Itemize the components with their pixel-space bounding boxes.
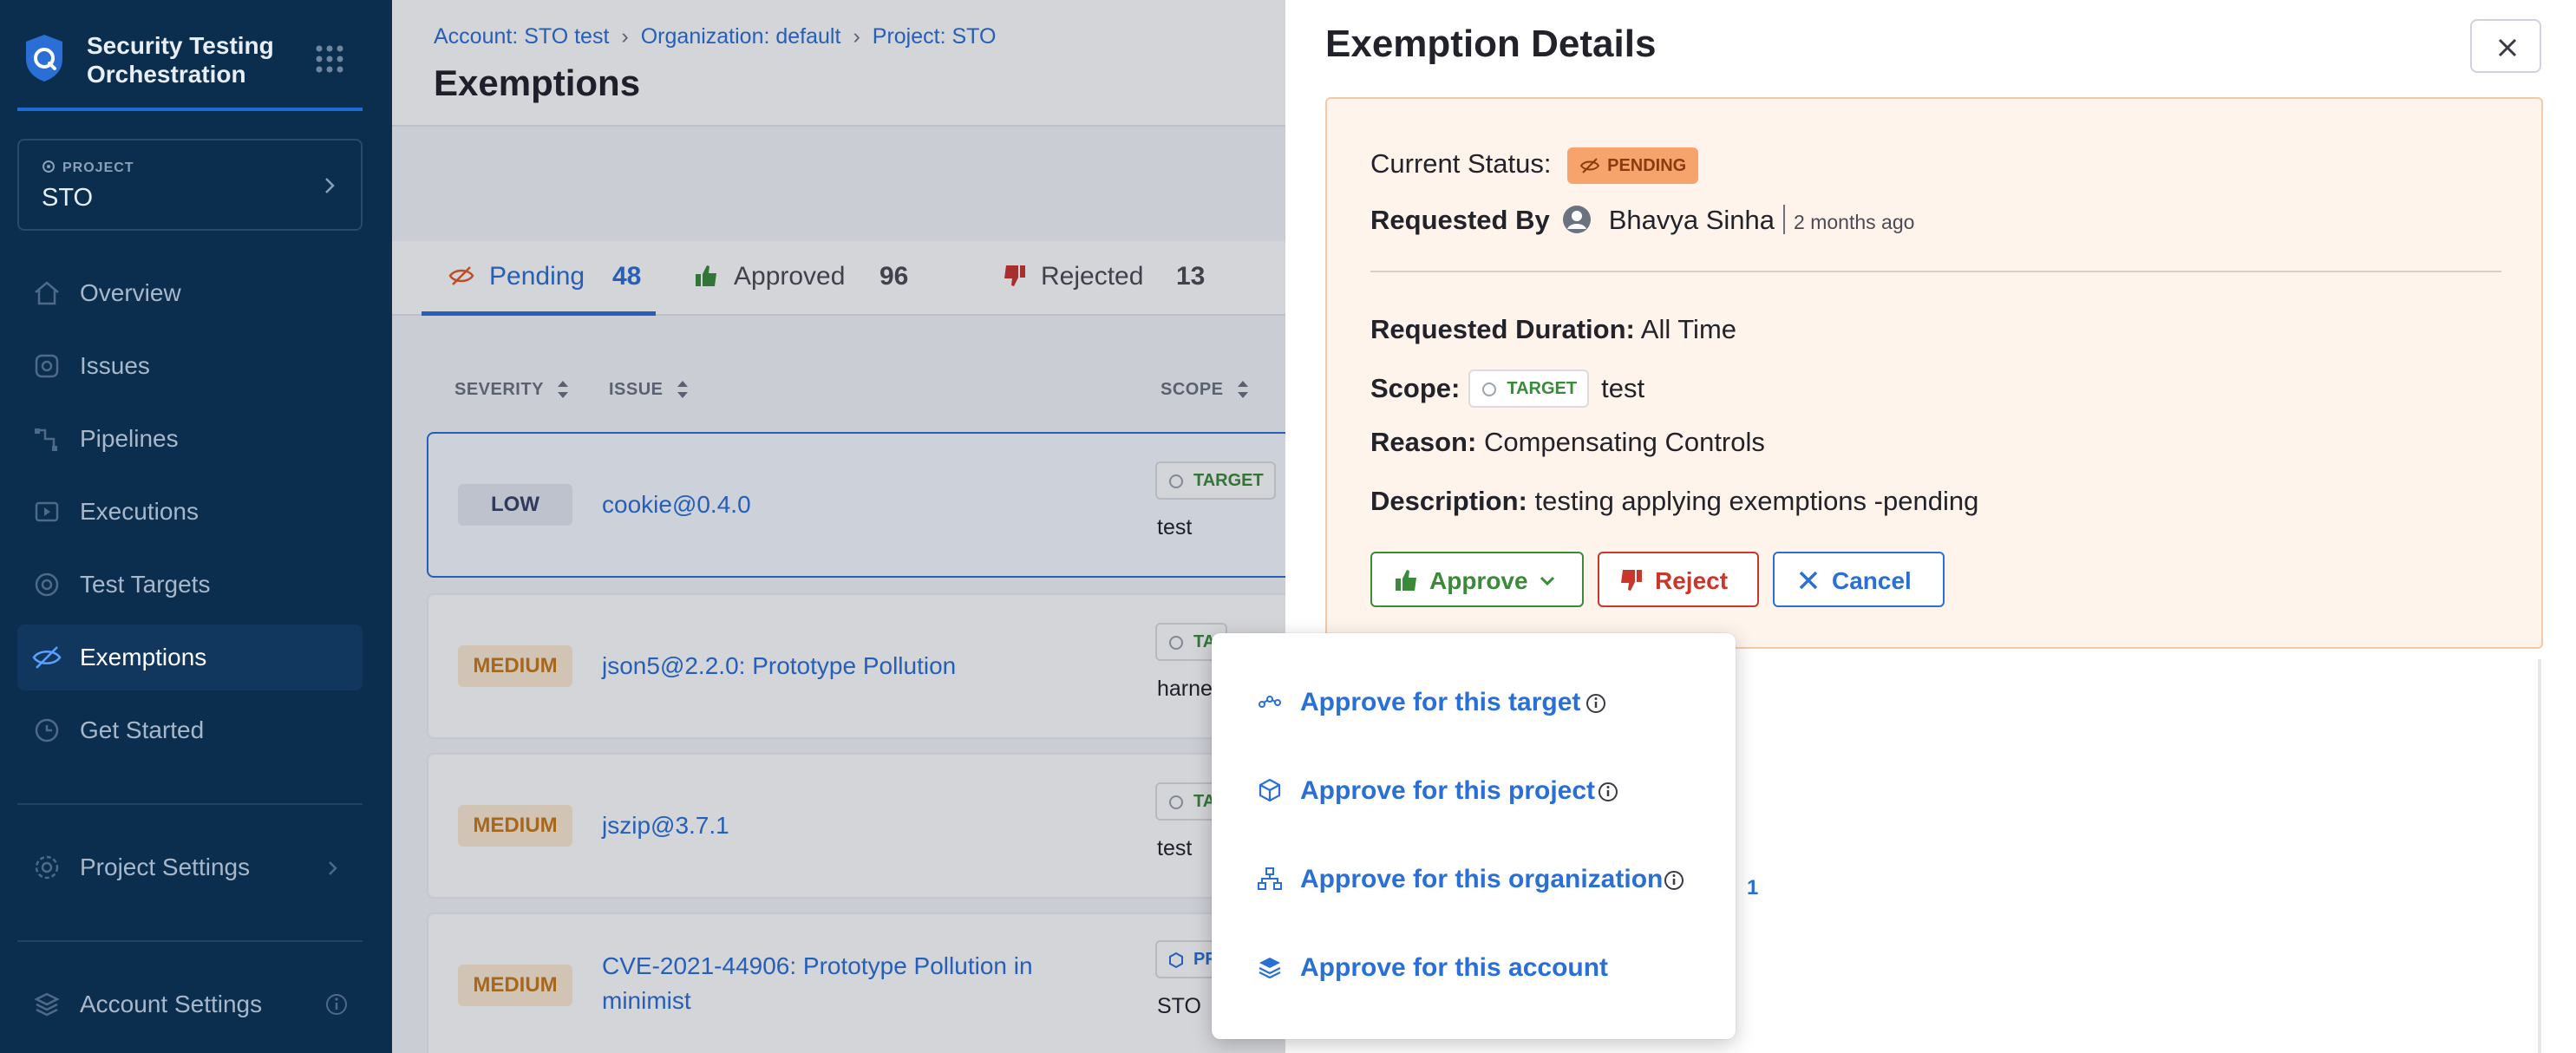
account-settings-icon bbox=[34, 992, 60, 1017]
sidebar-item-label: Overview bbox=[80, 279, 181, 306]
reason-label: Reason: bbox=[1370, 427, 1477, 457]
description-row: Description: testing applying exemptions… bbox=[1370, 486, 1978, 517]
current-status-row: Current Status: PENDING bbox=[1370, 147, 1699, 184]
close-button[interactable] bbox=[2470, 19, 2541, 73]
modal-backdrop[interactable] bbox=[392, 0, 1285, 1053]
sidebar-item-label: Get Started bbox=[80, 716, 205, 743]
brand-title: Security Testing Orchestration bbox=[87, 32, 274, 88]
sidebar: Security Testing Orchestration PROJECT S… bbox=[0, 0, 392, 1053]
sidebar-item-pipelines[interactable]: Pipelines bbox=[17, 406, 363, 472]
info-icon[interactable] bbox=[324, 992, 349, 1017]
sidebar-item-issues[interactable]: Issues bbox=[17, 333, 363, 399]
requested-time: 2 months ago bbox=[1794, 211, 1915, 233]
brand-header: Security Testing Orchestration bbox=[17, 0, 363, 111]
scope-label: Scope: bbox=[1370, 373, 1461, 403]
sidebar-item-label: Pipelines bbox=[80, 425, 179, 452]
avatar bbox=[1562, 206, 1591, 233]
thumbs-down-icon bbox=[1621, 570, 1642, 591]
partial-count-badge: 1 bbox=[1747, 876, 1759, 899]
sidebar-item-label: Account Settings bbox=[80, 991, 263, 1017]
sidebar-item-label: Project Settings bbox=[80, 854, 251, 880]
eye-off-icon bbox=[32, 646, 62, 669]
sidebar-item-project-settings[interactable]: Project Settings bbox=[17, 834, 363, 900]
layers-icon bbox=[1259, 958, 1281, 979]
approve-options-menu: Approve for this target Approve for this… bbox=[1212, 633, 1736, 1039]
issues-icon bbox=[35, 354, 59, 378]
menu-item-approve-organization[interactable]: Approve for this organization bbox=[1212, 843, 1736, 918]
chevron-right-icon bbox=[325, 178, 335, 193]
reason-value: Compensating Controls bbox=[1483, 427, 1765, 457]
thumbs-up-icon bbox=[1396, 570, 1416, 591]
close-icon bbox=[1799, 571, 1818, 590]
status-badge: PENDING bbox=[1567, 147, 1699, 184]
exemption-details-card: Current Status: PENDING Requested By Bhav… bbox=[1325, 97, 2543, 649]
current-status-label: Current Status: bbox=[1370, 148, 1552, 179]
sidebar-item-label: Exemptions bbox=[80, 644, 207, 670]
description-value: testing applying exemptions -pending bbox=[1534, 486, 1979, 516]
info-icon[interactable] bbox=[1597, 781, 1619, 803]
requested-by-label: Requested By bbox=[1370, 205, 1550, 235]
info-icon[interactable] bbox=[1663, 869, 1685, 892]
project-name: STO bbox=[42, 184, 94, 212]
sidebar-item-label: Test Targets bbox=[80, 571, 211, 598]
menu-item-approve-project[interactable]: Approve for this project bbox=[1212, 755, 1736, 829]
executions-icon bbox=[35, 501, 59, 522]
sidebar-divider bbox=[17, 803, 363, 805]
menu-item-approve-target[interactable]: Approve for this target bbox=[1212, 666, 1736, 741]
close-icon bbox=[2498, 38, 2517, 57]
chevron-right-icon bbox=[329, 861, 337, 875]
scope-row: Scope: TARGET test bbox=[1370, 370, 1644, 408]
approve-button[interactable]: Approve bbox=[1370, 552, 1584, 607]
duration-row: Requested Duration: All Time bbox=[1370, 314, 1736, 345]
scope-chip: TARGET bbox=[1468, 370, 1590, 408]
sto-logo-icon bbox=[26, 35, 62, 82]
menu-item-approve-account[interactable]: Approve for this account bbox=[1212, 932, 1736, 1006]
target-icon bbox=[35, 572, 59, 597]
sidebar-item-executions[interactable]: Executions bbox=[17, 479, 363, 545]
app-grid-icon[interactable] bbox=[312, 42, 347, 76]
gear-icon bbox=[35, 855, 59, 880]
sidebar-item-label: Executions bbox=[80, 498, 199, 525]
details-divider bbox=[1370, 271, 2501, 272]
chevron-down-icon bbox=[1540, 576, 1555, 586]
sidebar-item-overview[interactable]: Overview bbox=[17, 260, 363, 326]
scope-name: test bbox=[1601, 373, 1645, 403]
cancel-button[interactable]: Cancel bbox=[1773, 552, 1945, 607]
sidebar-item-account-settings[interactable]: Account Settings bbox=[17, 971, 363, 1037]
cube-icon bbox=[1259, 778, 1281, 802]
duration-value: All Time bbox=[1640, 314, 1737, 344]
scrollbar[interactable] bbox=[2538, 659, 2541, 1053]
target-icon bbox=[1259, 696, 1281, 708]
description-label: Description: bbox=[1370, 486, 1527, 516]
sidebar-divider bbox=[17, 940, 363, 942]
pipelines-icon bbox=[35, 428, 57, 451]
project-label: PROJECT bbox=[62, 160, 134, 175]
home-icon bbox=[35, 281, 59, 305]
project-selector[interactable]: PROJECT STO bbox=[17, 139, 363, 231]
reject-button[interactable]: Reject bbox=[1598, 552, 1759, 607]
eye-off-icon bbox=[1579, 158, 1600, 173]
sidebar-item-exemptions[interactable]: Exemptions bbox=[17, 625, 363, 690]
info-icon[interactable] bbox=[1585, 692, 1607, 715]
sidebar-item-get-started[interactable]: Get Started bbox=[17, 697, 363, 763]
separator bbox=[1783, 205, 1786, 234]
duration-label: Requested Duration: bbox=[1370, 314, 1635, 344]
requested-by-row: Requested By Bhavya Sinha 2 months ago bbox=[1370, 205, 1914, 236]
drawer-title: Exemption Details bbox=[1325, 23, 1657, 65]
get-started-icon bbox=[35, 718, 59, 742]
sidebar-item-label: Issues bbox=[80, 352, 150, 379]
target-icon bbox=[1482, 383, 1497, 396]
organization-icon bbox=[1258, 867, 1282, 890]
requester-name: Bhavya Sinha bbox=[1608, 205, 1775, 235]
sidebar-item-test-targets[interactable]: Test Targets bbox=[17, 552, 363, 618]
project-icon bbox=[42, 160, 55, 173]
reason-row: Reason: Compensating Controls bbox=[1370, 427, 1765, 458]
